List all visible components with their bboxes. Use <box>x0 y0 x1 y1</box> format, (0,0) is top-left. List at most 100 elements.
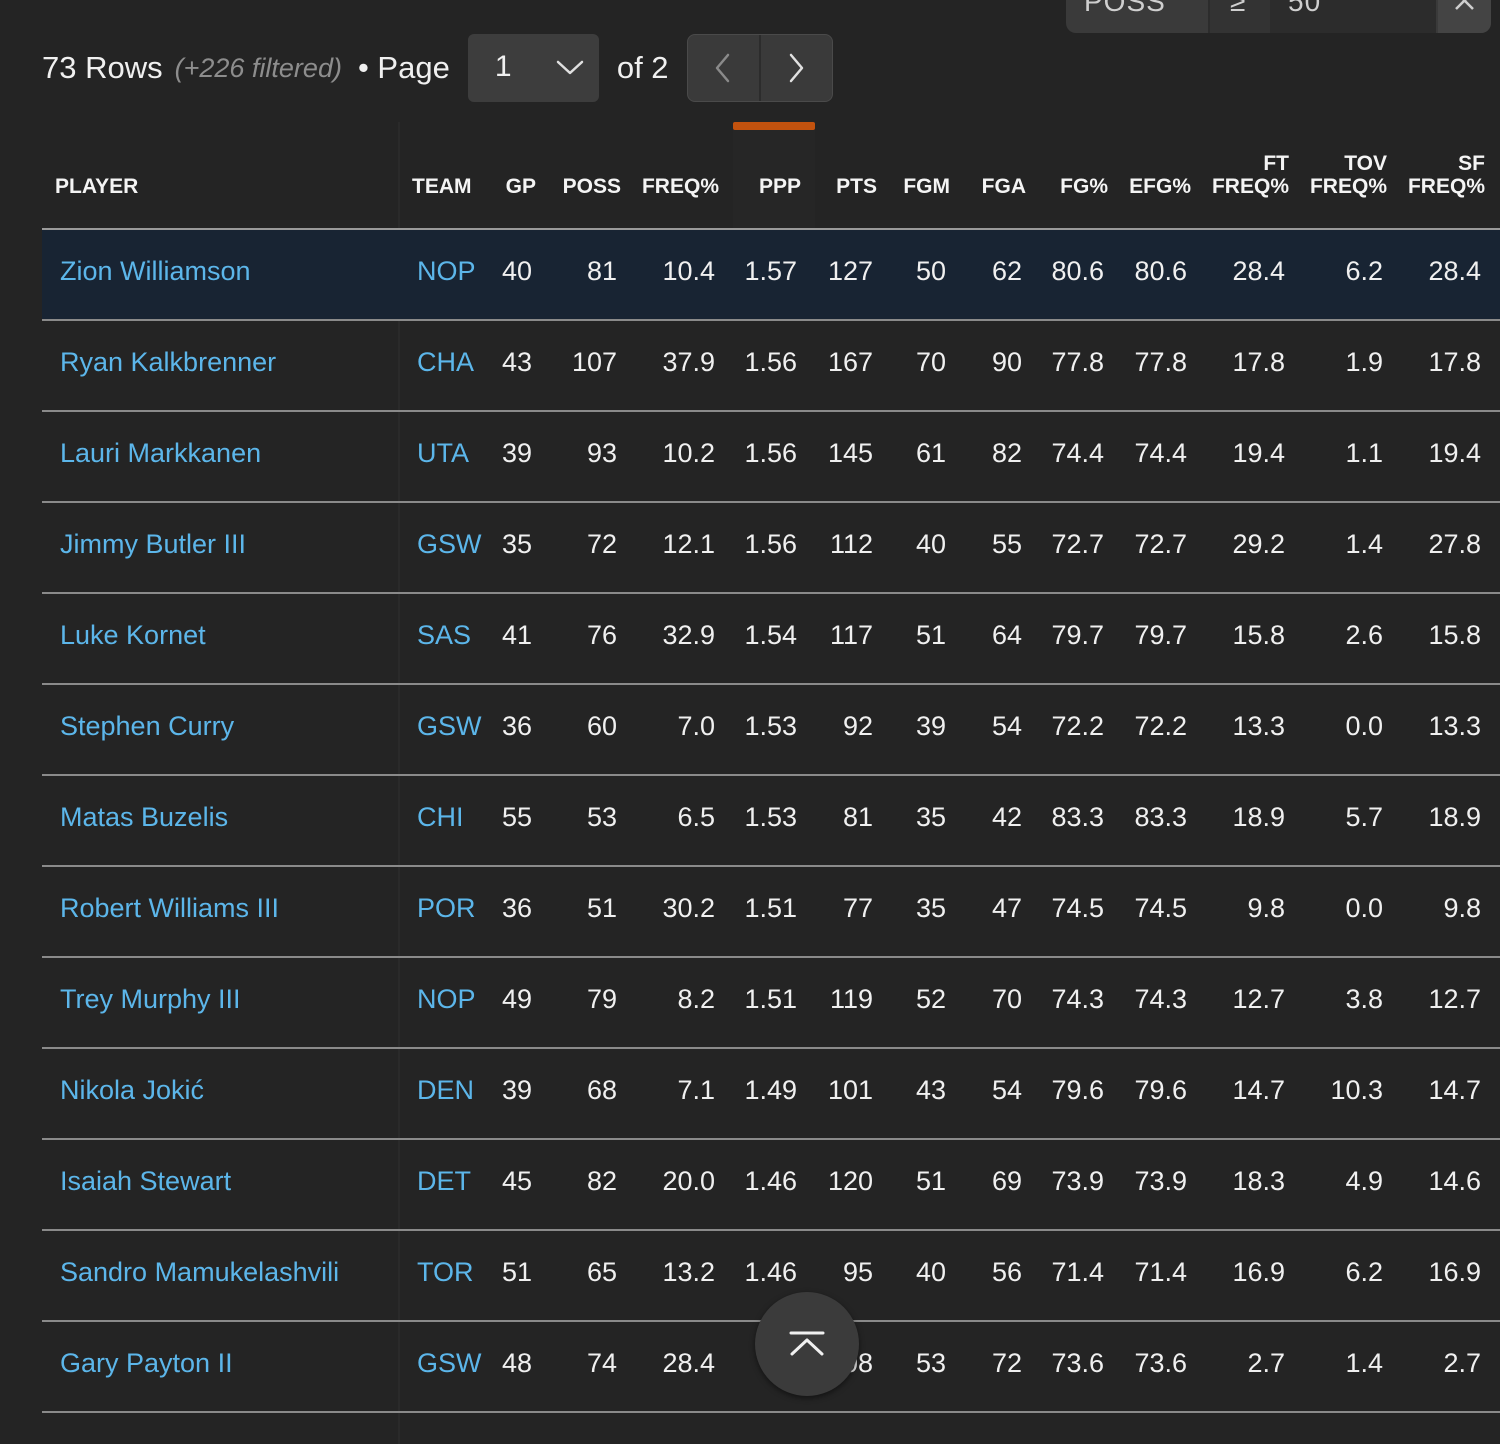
team-link[interactable]: GSW <box>417 529 482 560</box>
cell-tov: 1.9 <box>1345 347 1383 377</box>
table-row[interactable]: Matas Buzelis CHI 55 53 6.5 1.53 81 35 42 83.3 83.… <box>42 776 1500 865</box>
player-link[interactable]: Lauri Markkanen <box>60 438 261 469</box>
cell-pts: 81 <box>842 802 873 832</box>
player-link[interactable]: Nikola Jokić <box>60 1075 204 1106</box>
player-link[interactable]: Luke Kornet <box>60 620 206 651</box>
cell-fga: 55 <box>991 529 1022 559</box>
cell-gp: 55 <box>501 802 532 832</box>
cell-gp: 49 <box>501 984 532 1014</box>
column-header-part: FREQ% <box>1407 175 1485 198</box>
filter-operator[interactable]: ≥ <box>1210 0 1270 33</box>
cell-freq: 10.4 <box>662 256 715 286</box>
team-link[interactable]: DEN <box>417 1075 474 1106</box>
team-link[interactable]: TOR <box>417 1257 474 1288</box>
column-header-player[interactable]: PLAYER <box>55 175 138 198</box>
team-link[interactable]: CHI <box>417 802 464 833</box>
team-link[interactable]: NOP <box>417 256 476 287</box>
cell-efg: 74.4 <box>1134 438 1187 468</box>
player-link[interactable]: Ryan Kalkbrenner <box>60 347 276 378</box>
cell-fga: 72 <box>991 1348 1022 1378</box>
cell-poss: 60 <box>586 711 617 741</box>
filter-field[interactable]: POSS <box>1084 0 1166 18</box>
next-page-button[interactable] <box>761 35 832 101</box>
cell-sf: 9.8 <box>1443 893 1481 923</box>
team-link[interactable]: DET <box>417 1166 471 1197</box>
cell-ppp: 1.53 <box>744 711 797 741</box>
cell-poss: 53 <box>586 802 617 832</box>
cell-fgp: 74.4 <box>1051 438 1104 468</box>
close-icon <box>1455 0 1474 10</box>
column-header-efg[interactable]: EFG% <box>1081 175 1191 198</box>
column-header-tov[interactable]: TOV FREQ% <box>1277 152 1387 198</box>
cell-fgp: 80.6 <box>1051 256 1104 286</box>
player-link[interactable]: Matas Buzelis <box>60 802 228 833</box>
cell-efg: 83.3 <box>1134 802 1187 832</box>
cell-fgp: 79.6 <box>1051 1075 1104 1105</box>
player-link[interactable]: Stephen Curry <box>60 711 234 742</box>
table-row[interactable]: Isaiah Stewart DET 45 82 20.0 1.46 120 51 69 73.9… <box>42 1140 1500 1229</box>
page-select[interactable]: 1 <box>467 34 599 102</box>
prev-page-button[interactable] <box>688 35 759 101</box>
player-link[interactable]: Gary Payton II <box>60 1348 233 1379</box>
team-link[interactable]: GSW <box>417 711 482 742</box>
team-link[interactable]: CHA <box>417 347 474 378</box>
table-row[interactable]: Luke Kornet SAS 41 76 32.9 1.54 117 51 64 79.7 79.… <box>42 594 1500 683</box>
cell-ppp: 1.51 <box>744 984 797 1014</box>
player-link[interactable]: Zion Williamson <box>60 256 251 287</box>
cell-pts: 119 <box>829 984 873 1014</box>
player-link[interactable]: Sandro Mamukelashvili <box>60 1257 339 1288</box>
table-header: PLAYER TEAM GP POSS FREQ% PPP PTS FGM FGA FG% EFG%… <box>42 122 1500 228</box>
filter-pill[interactable]: POSS ≥ 50 <box>1066 0 1491 33</box>
cell-sf: 12.7 <box>1428 984 1481 1014</box>
cell-ft: 28.4 <box>1232 256 1285 286</box>
player-link[interactable]: Isaiah Stewart <box>60 1166 231 1197</box>
cell-poss: 76 <box>586 620 617 650</box>
table-row[interactable]: Lauri Markkanen UTA 39 93 10.2 1.56 145 61 82 74.… <box>42 412 1500 501</box>
player-link[interactable]: Trey Murphy III <box>60 984 241 1015</box>
cell-sf: 15.8 <box>1428 620 1481 650</box>
cell-freq: 32.9 <box>662 620 715 650</box>
cell-pts: 127 <box>827 256 873 286</box>
team-link[interactable]: UTA <box>417 438 469 469</box>
column-header-poss[interactable]: POSS <box>511 175 621 198</box>
cell-ppp: 1.46 <box>744 1257 797 1287</box>
page-label: • Page <box>357 50 450 85</box>
row-divider <box>42 1411 1500 1413</box>
table-row[interactable]: Stephen Curry GSW 36 60 7.0 1.53 92 39 54 72.2 72.… <box>42 685 1500 774</box>
filter-operator-label: ≥ <box>1230 0 1247 17</box>
chevron-left-icon <box>715 53 730 83</box>
column-header-part: TOV <box>1344 152 1387 175</box>
team-link[interactable]: NOP <box>417 984 476 1015</box>
column-header-ft[interactable]: FT FREQ% <box>1179 152 1289 198</box>
stats-page: POSS ≥ 50 73 Rows (+226 filtered) • Page… <box>0 0 1500 1444</box>
table-row[interactable]: Robert Williams III POR 36 51 30.2 1.51 77 35 47… <box>42 867 1500 956</box>
cell-tov: 10.3 <box>1330 1075 1383 1105</box>
player-link[interactable]: Jimmy Butler III <box>60 529 246 560</box>
cell-tov: 1.4 <box>1345 529 1383 559</box>
table-row[interactable]: Zion Williamson NOP 40 81 10.4 1.57 127 50 62 80.… <box>42 230 1500 319</box>
filter-clear-button[interactable] <box>1438 0 1491 33</box>
cell-fga: 54 <box>991 711 1022 741</box>
cell-poss: 68 <box>586 1075 617 1105</box>
cell-gp: 40 <box>501 256 532 286</box>
scroll-to-top-button[interactable] <box>755 1292 859 1396</box>
cell-fgp: 79.7 <box>1051 620 1104 650</box>
cell-efg: 73.9 <box>1134 1166 1187 1196</box>
cell-fga: 62 <box>991 256 1022 286</box>
cell-freq: 8.2 <box>677 984 715 1014</box>
column-header-sf[interactable]: SF FREQ% <box>1375 152 1485 198</box>
cell-fgp: 72.7 <box>1051 529 1104 559</box>
filter-value-input[interactable]: 50 <box>1270 0 1436 33</box>
cell-ft: 29.2 <box>1232 529 1285 559</box>
cell-fgm: 40 <box>915 1257 946 1287</box>
table-row[interactable]: Nikola Jokić DEN 39 68 7.1 1.49 101 43 54 79.6 79.… <box>42 1049 1500 1138</box>
team-link[interactable]: GSW <box>417 1348 482 1379</box>
team-link[interactable]: SAS <box>417 620 471 651</box>
cell-efg: 80.6 <box>1134 256 1187 286</box>
table-row[interactable]: Jimmy Butler III GSW 35 72 12.1 1.56 112 40 55 72… <box>42 503 1500 592</box>
player-link[interactable]: Robert Williams III <box>60 893 279 924</box>
cell-fgm: 39 <box>915 711 946 741</box>
table-row[interactable]: Trey Murphy III NOP 49 79 8.2 1.51 119 52 70 74.3… <box>42 958 1500 1047</box>
table-row[interactable]: Ryan Kalkbrenner CHA 43 107 37.9 1.56 167 70 90 7… <box>42 321 1500 410</box>
team-link[interactable]: POR <box>417 893 476 924</box>
